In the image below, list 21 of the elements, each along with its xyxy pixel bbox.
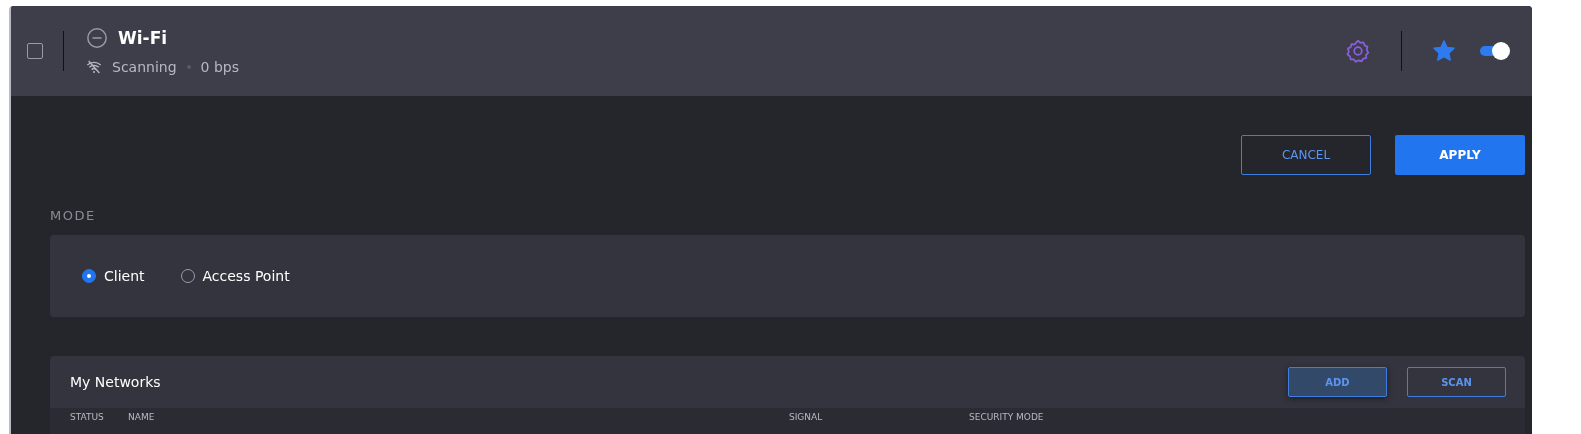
- column-header: SIGNAL: [789, 412, 824, 424]
- option-label: Access Point: [202, 268, 290, 284]
- add-button[interactable]: ADD: [1288, 367, 1387, 397]
- device-title: Wi-Fi: [118, 28, 168, 48]
- status-text: Scanning: [112, 59, 177, 75]
- column-header: STATUS: [70, 412, 105, 424]
- apply-button[interactable]: APPLY: [1395, 135, 1525, 175]
- select-checkbox[interactable]: [27, 43, 43, 59]
- rate-text: 0 bps: [200, 59, 239, 75]
- radio-button[interactable]: [82, 269, 96, 283]
- section-title: My Networks: [70, 374, 161, 390]
- minus-circle-icon: [86, 27, 108, 49]
- section-label: MODE: [50, 208, 97, 223]
- cancel-button[interactable]: CANCEL: [1241, 135, 1371, 175]
- wifi-off-icon: [86, 59, 102, 75]
- option-label: Client: [104, 268, 145, 284]
- column-header: SECURITY MODE: [969, 412, 1044, 424]
- column-header: NAME: [128, 412, 156, 424]
- scan-button[interactable]: SCAN: [1407, 367, 1506, 397]
- settings-icon[interactable]: [1345, 38, 1371, 64]
- star-icon[interactable]: [1432, 39, 1456, 63]
